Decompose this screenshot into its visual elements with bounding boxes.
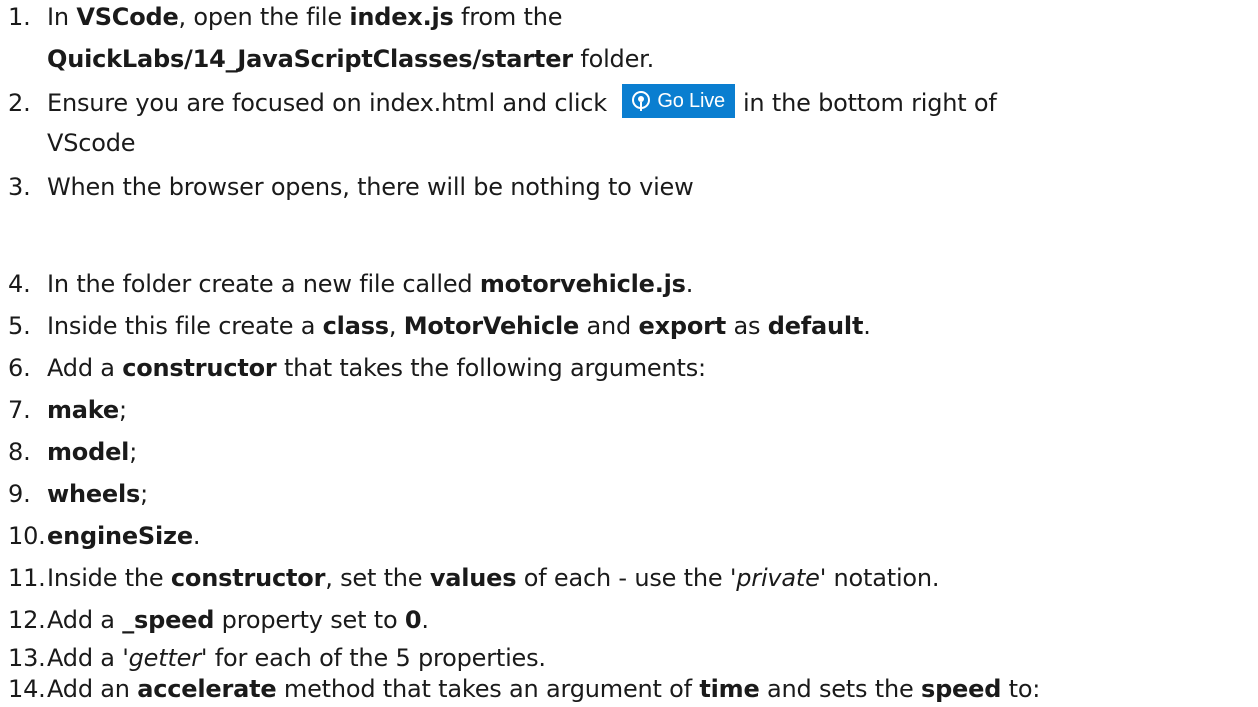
- step-number: 12.: [8, 606, 46, 634]
- step-text: In the folder create a new file called m…: [47, 270, 694, 298]
- step-number: 2.: [8, 89, 31, 117]
- step-text: Add a constructor that takes the followi…: [47, 354, 706, 382]
- step-text: Add a 'getter' for each of the 5 propert…: [47, 644, 546, 672]
- step-text: In VSCode, open the file index.js from t…: [47, 3, 563, 31]
- step-number: 3.: [8, 173, 31, 201]
- step-text: Inside this file create a class, MotorVe…: [47, 312, 871, 340]
- broadcast-icon: [632, 90, 651, 111]
- step-text: Inside the constructor, set the values o…: [47, 564, 940, 592]
- step-number: 9.: [8, 480, 31, 508]
- step-text: Ensure you are focused on index.html and…: [47, 84, 997, 121]
- instructions-document: 1. In VSCode, open the file index.js fro…: [0, 0, 1258, 703]
- step-text: wheels;: [47, 480, 149, 508]
- step-number: 7.: [8, 396, 31, 424]
- step-number: 13.: [8, 644, 46, 672]
- step-text: QuickLabs/14_JavaScriptClasses/starter f…: [47, 45, 655, 73]
- step-number: 1.: [8, 3, 31, 31]
- step-text: Add a _speed property set to 0.: [47, 606, 429, 634]
- step-number: 5.: [8, 312, 31, 340]
- step-text: model;: [47, 438, 138, 466]
- step-text: make;: [47, 396, 127, 424]
- step-text: VScode: [47, 129, 136, 157]
- step-number: 14.: [8, 675, 46, 703]
- step-text: Add an accelerate method that takes an a…: [47, 675, 1041, 703]
- go-live-label: Go Live: [657, 90, 725, 112]
- step-number: 4.: [8, 270, 31, 298]
- step-text: When the browser opens, there will be no…: [47, 173, 694, 201]
- step-text: engineSize.: [47, 522, 201, 550]
- step-number: 8.: [8, 438, 31, 466]
- step-number: 6.: [8, 354, 31, 382]
- go-live-button[interactable]: Go Live: [622, 84, 735, 118]
- step-number: 11.: [8, 564, 46, 592]
- step-number: 10.: [8, 522, 46, 550]
